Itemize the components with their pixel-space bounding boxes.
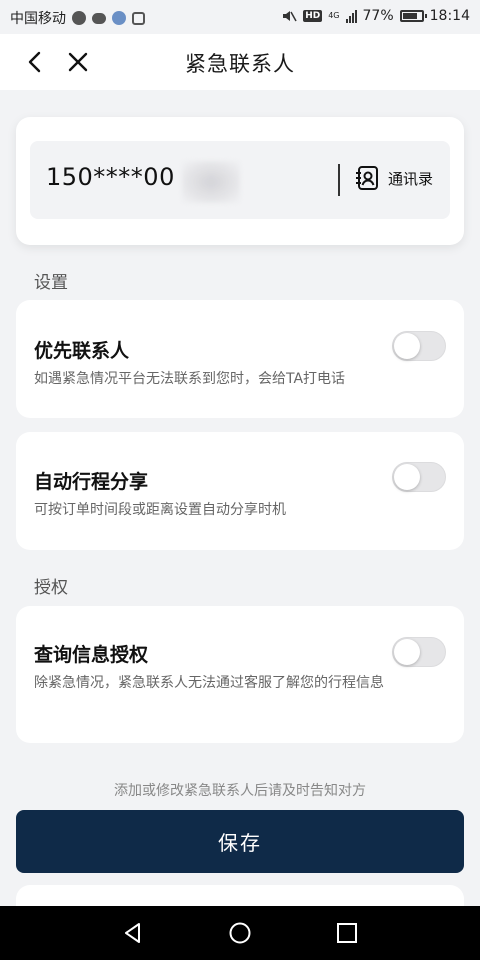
notice-text: 添加或修改紧急联系人后请及时告知对方 — [114, 783, 366, 799]
setting-title: 自动行程分享 — [34, 471, 149, 493]
setting-card-priority-contact: 优先联系人 如遇紧急情况平台无法联系到您时，会给TA打电话 — [16, 300, 464, 418]
priority-contact-toggle[interactable] — [392, 331, 446, 361]
phone-card: 150****00 通讯录 — [16, 117, 464, 245]
phone-number-field[interactable]: 150****00 — [46, 163, 175, 191]
setting-card-query-auth: 查询信息授权 除紧急情况，紧急联系人无法通过客服了解您的行程信息 — [16, 606, 464, 743]
status-bar: 中国移动 HD 4G 77% 18:14 — [0, 0, 480, 34]
nav-recent-icon[interactable] — [334, 920, 360, 946]
weather-icon — [112, 11, 126, 25]
message-bubble-icon — [92, 12, 106, 24]
divider — [338, 164, 340, 196]
setting-description: 如遇紧急情况平台无法联系到您时，会给TA打电话 — [34, 371, 346, 387]
wechat-icon — [72, 11, 86, 25]
carrier-label: 中国移动 — [10, 11, 66, 27]
status-left: 中国移动 — [10, 8, 145, 28]
query-auth-toggle[interactable] — [392, 637, 446, 667]
signal-icon — [345, 9, 357, 23]
nav-back-icon[interactable] — [120, 920, 146, 946]
setting-title: 优先联系人 — [34, 340, 130, 362]
save-button[interactable]: 保存 — [16, 810, 464, 873]
page-title: 紧急联系人 — [185, 52, 295, 76]
mute-icon — [283, 11, 297, 22]
contacts-book-icon — [356, 166, 378, 190]
battery-icon — [399, 10, 427, 22]
setting-description: 除紧急情况，紧急联系人无法通过客服了解您的行程信息 — [34, 675, 384, 691]
clock: 18:14 — [429, 8, 470, 24]
section-auth-label: 授权 — [34, 578, 68, 598]
network-label: 4G — [328, 11, 340, 20]
status-right: HD 4G 77% 18:14 — [281, 8, 470, 24]
nav-bar — [0, 906, 480, 960]
nav-home-icon[interactable] — [227, 920, 253, 946]
toggle-knob — [394, 639, 420, 665]
setting-title: 查询信息授权 — [34, 644, 149, 666]
setting-card-auto-share: 自动行程分享 可按订单时间段或距离设置自动分享时机 — [16, 432, 464, 550]
privacy-blur — [182, 161, 240, 203]
battery-fill — [402, 13, 417, 19]
hd-icon: HD — [303, 10, 323, 22]
auto-share-toggle[interactable] — [392, 462, 446, 492]
section-settings-label: 设置 — [34, 273, 68, 293]
phone-input-box: 150****00 通讯录 — [30, 141, 450, 219]
contacts-button[interactable]: 通讯录 — [354, 165, 433, 191]
contacts-label: 通讯录 — [388, 169, 434, 188]
app-icon — [132, 11, 145, 25]
toggle-knob — [394, 464, 420, 490]
header: 紧急联系人 — [0, 34, 480, 90]
battery-percent: 77% — [362, 8, 394, 24]
setting-description: 可按订单时间段或距离设置自动分享时机 — [34, 502, 286, 518]
toggle-knob — [394, 333, 420, 359]
